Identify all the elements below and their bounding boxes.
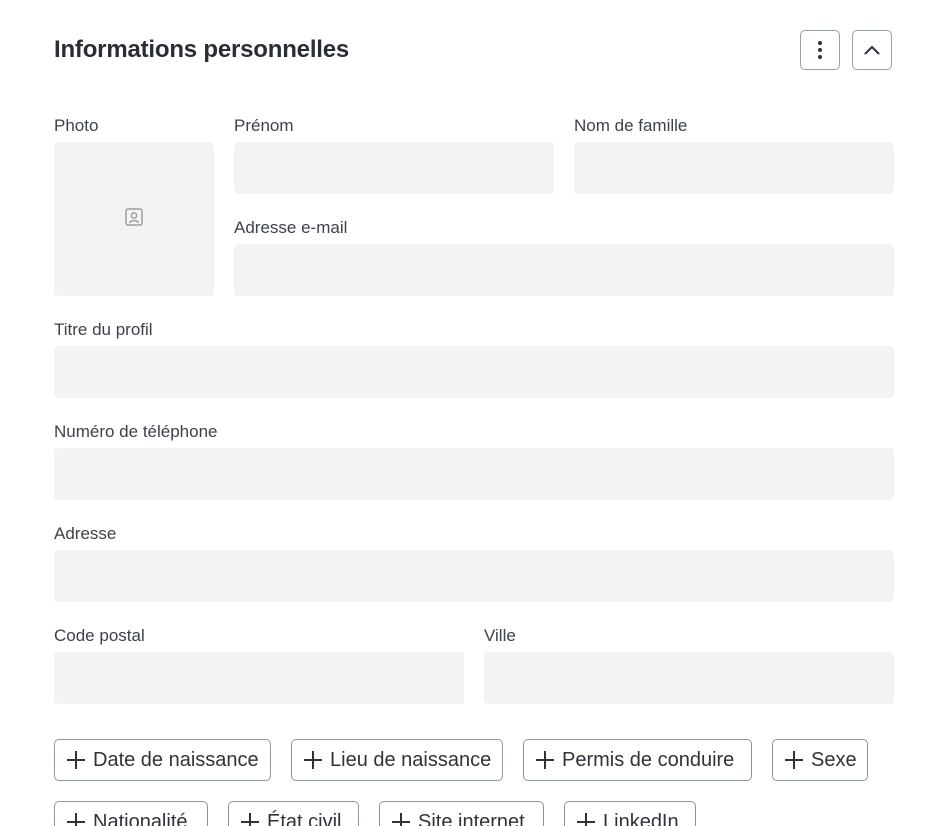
phone-input[interactable] (54, 448, 894, 500)
collapse-button[interactable] (852, 30, 892, 70)
plus-icon (785, 751, 803, 769)
add-marital-status-button[interactable]: État civil (228, 801, 359, 826)
postal-code-label: Code postal (54, 626, 145, 645)
photo-upload[interactable] (54, 142, 214, 296)
add-nationality-button[interactable]: Nationalité (54, 801, 208, 826)
chip-label: Sexe (811, 748, 857, 771)
plus-icon (67, 813, 85, 826)
plus-icon (536, 751, 554, 769)
last-name-field[interactable] (574, 142, 894, 194)
add-linkedin-button[interactable]: LinkedIn (564, 801, 696, 826)
city-field[interactable] (484, 652, 894, 704)
last-name-label: Nom de famille (574, 116, 688, 135)
profile-title-label: Titre du profil (54, 320, 153, 339)
address-input[interactable] (54, 550, 894, 602)
portrait-placeholder-icon (124, 207, 144, 232)
email-label: Adresse e-mail (234, 218, 348, 237)
chevron-up-icon (864, 45, 880, 55)
address-label: Adresse (54, 524, 117, 543)
address-field[interactable] (54, 550, 894, 602)
chip-label: État civil (267, 810, 342, 826)
city-input[interactable] (484, 652, 894, 704)
add-birth-place-button[interactable]: Lieu de naissance (291, 739, 503, 781)
add-gender-button[interactable]: Sexe (772, 739, 868, 781)
photo-label: Photo (54, 116, 99, 135)
section-title: Informations personnelles (54, 36, 350, 63)
personal-info-section: Informations personnelles Photo Prénom N… (0, 0, 930, 826)
plus-icon (392, 813, 410, 826)
email-field[interactable] (234, 244, 894, 296)
last-name-input[interactable] (574, 142, 894, 194)
chip-label: Permis de conduire (562, 748, 735, 771)
first-name-input[interactable] (234, 142, 554, 194)
plus-icon (67, 751, 85, 769)
add-website-button[interactable]: Site internet (379, 801, 544, 826)
email-input[interactable] (234, 244, 894, 296)
vertical-dots-icon (817, 40, 823, 60)
city-label: Ville (484, 626, 516, 645)
add-birth-date-button[interactable]: Date de naissance (54, 739, 271, 781)
plus-icon (577, 813, 595, 826)
postal-code-field[interactable] (54, 652, 464, 704)
profile-title-input[interactable] (54, 346, 894, 398)
first-name-field[interactable] (234, 142, 554, 194)
more-options-button[interactable] (800, 30, 840, 70)
chip-label: Lieu de naissance (330, 748, 492, 771)
chip-label: Date de naissance (93, 748, 259, 771)
phone-label: Numéro de téléphone (54, 422, 218, 441)
add-driving-license-button[interactable]: Permis de conduire (523, 739, 752, 781)
phone-field[interactable] (54, 448, 894, 500)
postal-code-input[interactable] (54, 652, 464, 704)
chip-label: Site internet (418, 810, 525, 826)
profile-title-field[interactable] (54, 346, 894, 398)
plus-icon (241, 813, 259, 826)
chip-label: Nationalité (93, 810, 188, 826)
chip-label: LinkedIn (603, 810, 679, 826)
plus-icon (304, 751, 322, 769)
first-name-label: Prénom (234, 116, 294, 135)
